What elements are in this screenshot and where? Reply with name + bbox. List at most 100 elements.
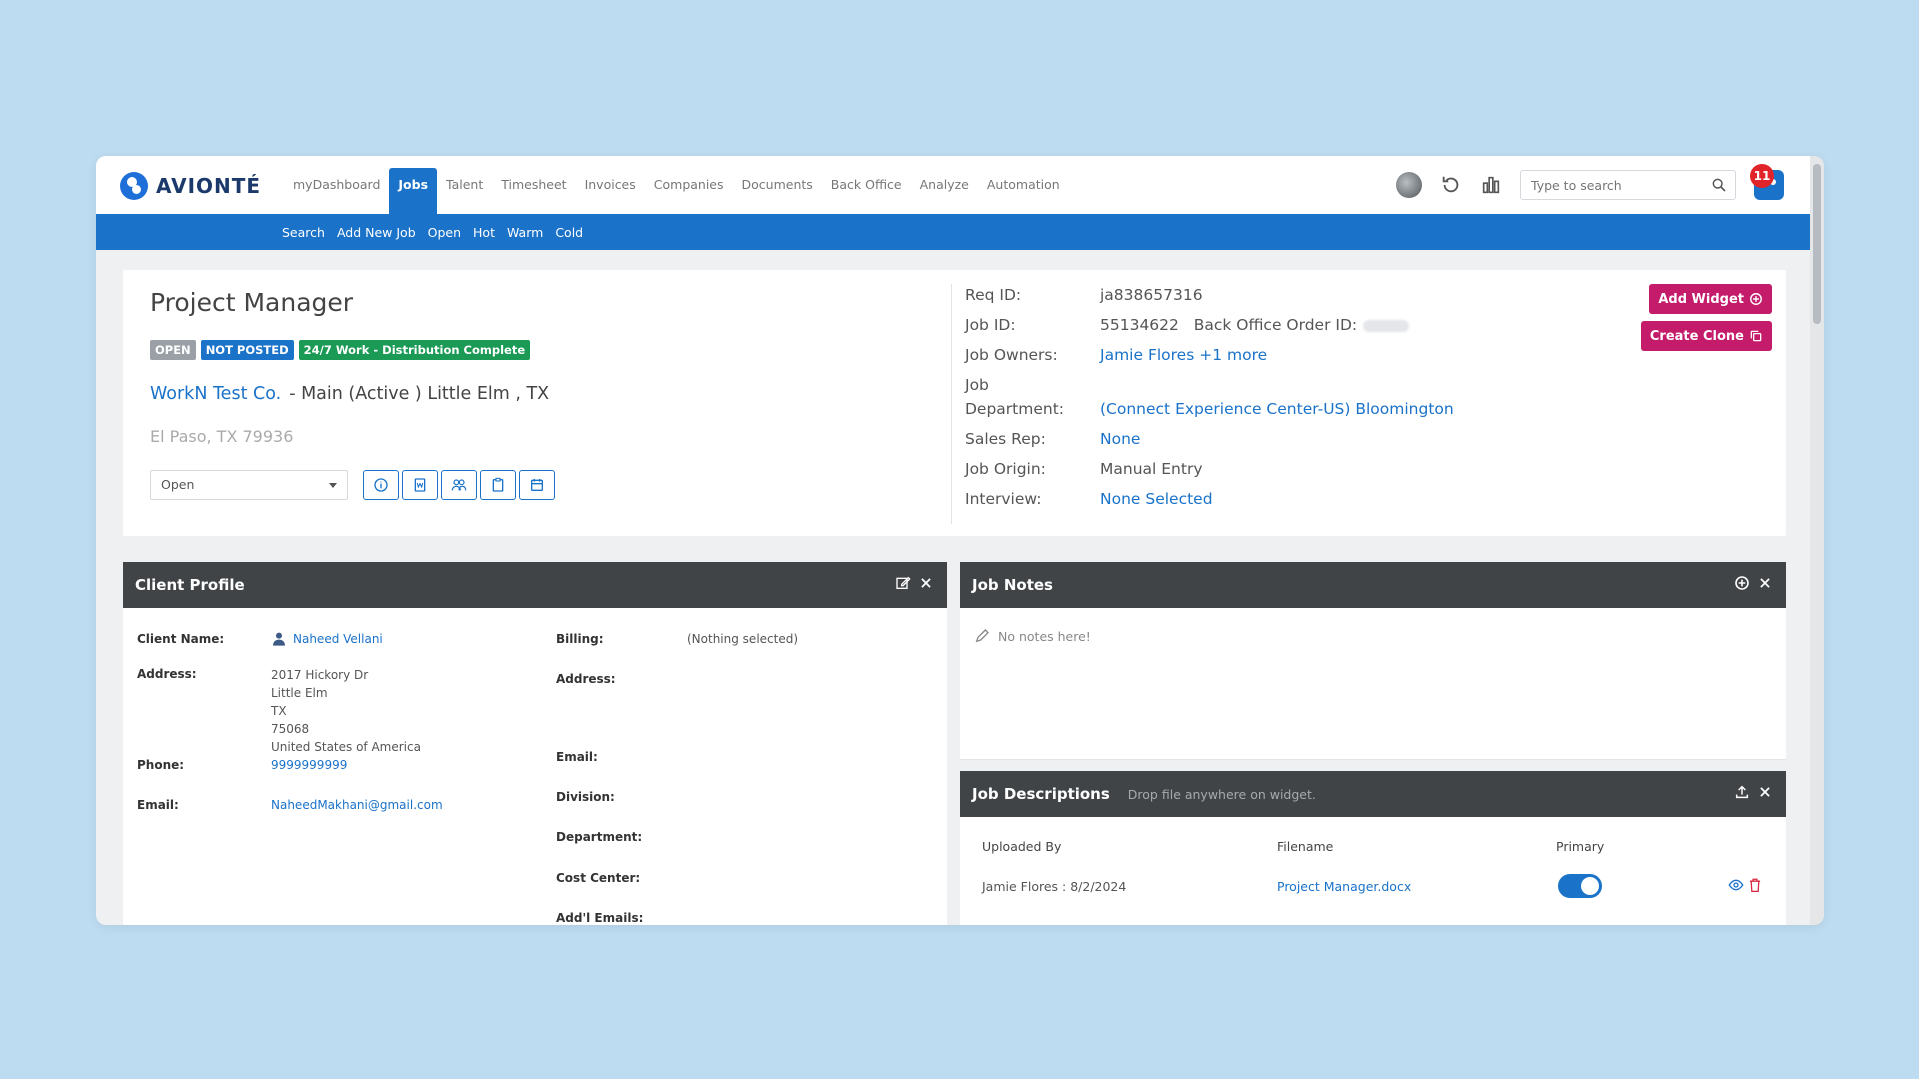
billing-address-row: Address: [556, 672, 616, 686]
page-title: Project Manager [150, 288, 354, 317]
menu-item-back-office[interactable]: Back Office [822, 168, 911, 214]
redacted-value [1363, 319, 1410, 332]
clipboard-button[interactable] [480, 470, 516, 500]
job-status-select[interactable]: Open [150, 470, 348, 500]
panel-title: Job Descriptions [972, 785, 1110, 803]
phone-link[interactable]: 9999999999 [271, 756, 347, 774]
address-line: 2017 Hickory Dr [271, 668, 369, 682]
filename-link[interactable]: Project Manager.docx [1277, 879, 1411, 894]
notification-badge[interactable]: 11 [1750, 164, 1774, 188]
job-header-card: Project Manager OPEN NOT POSTED 24/7 Wor… [123, 270, 1786, 536]
status-badge-open: OPEN [150, 340, 196, 360]
address-value: 2017 Hickory Dr Little Elm TX 75068 Unit… [271, 666, 421, 756]
company-link[interactable]: WorkN Test Co. [150, 384, 281, 404]
job-notes-panel: Job Notes No notes here! [960, 562, 1786, 760]
document-button[interactable] [402, 470, 438, 500]
panel-title: Job Notes [972, 576, 1053, 594]
menu-item-talent[interactable]: Talent [437, 168, 492, 214]
plus-circle-icon [1750, 293, 1762, 305]
global-search [1520, 170, 1736, 200]
menu-item-mydashboard[interactable]: myDashboard [284, 168, 389, 214]
refresh-icon[interactable] [1440, 174, 1462, 196]
subnav-hot[interactable]: Hot [473, 225, 495, 240]
app-window: AVIONTÉ myDashboard Jobs Talent Timeshee… [96, 156, 1824, 925]
pencil-icon [975, 629, 989, 643]
close-icon[interactable] [919, 576, 933, 590]
brand-name: AVIONTÉ [156, 174, 262, 198]
menu-item-invoices[interactable]: Invoices [576, 168, 645, 214]
header-tools [1396, 170, 1784, 200]
avionte-logo-icon [120, 172, 148, 200]
subnav-warm[interactable]: Warm [507, 225, 543, 240]
job-action-icons [363, 470, 555, 500]
search-icon[interactable] [1711, 177, 1727, 197]
job-city: El Paso, TX 79936 [150, 427, 294, 446]
scrollbar-thumb[interactable] [1813, 164, 1821, 324]
menu-item-timesheet[interactable]: Timesheet [492, 168, 575, 214]
menu-item-jobs[interactable]: Jobs [389, 168, 438, 214]
add-note-icon[interactable] [1734, 575, 1750, 591]
email-link[interactable]: NaheedMakhani@gmail.com [271, 796, 443, 814]
field-label: Job [965, 376, 989, 394]
close-icon[interactable] [1758, 576, 1772, 590]
globe-icon[interactable] [1396, 172, 1422, 198]
empty-notes-text: No notes here! [998, 628, 1091, 644]
company-location: - Main (Active ) Little Elm , TX [289, 384, 550, 404]
status-badge-not-posted: NOT POSTED [200, 340, 294, 360]
info-button[interactable] [363, 470, 399, 500]
field-label: Job Origin: [965, 460, 1046, 478]
primary-toggle[interactable] [1558, 874, 1602, 898]
status-badge-distribution: 24/7 Work - Distribution Complete [298, 340, 531, 360]
field-label: Job Owners: [965, 346, 1058, 364]
field-label: Job ID: [965, 316, 1016, 334]
division-label: Division: [556, 790, 615, 804]
word-document-icon [414, 478, 426, 492]
menu-item-documents[interactable]: Documents [733, 168, 822, 214]
people-button[interactable] [441, 470, 477, 500]
trash-icon[interactable] [1748, 877, 1762, 893]
subnav-search[interactable]: Search [282, 225, 325, 240]
subnav-open[interactable]: Open [428, 225, 461, 240]
subnav-add-new-job[interactable]: Add New Job [337, 225, 416, 240]
company-line: WorkN Test Co. - Main (Active ) Little El… [150, 384, 549, 404]
field-label: Sales Rep: [965, 430, 1046, 448]
menu-item-analyze[interactable]: Analyze [911, 168, 978, 214]
add-widget-button[interactable]: Add Widget [1649, 284, 1772, 314]
job-badges: OPEN NOT POSTED 24/7 Work - Distribution… [150, 340, 531, 360]
calendar-button[interactable] [519, 470, 555, 500]
interview-link[interactable]: None Selected [1100, 490, 1213, 508]
panel-header: Job Descriptions Drop file anywhere on w… [960, 771, 1786, 817]
job-department-link[interactable]: (Connect Experience Center-US) Bloomingt… [1100, 400, 1454, 418]
scrollbar[interactable] [1810, 156, 1824, 925]
field-value: Manual Entry [1100, 460, 1203, 478]
client-name-link[interactable]: Naheed Vellani [293, 630, 383, 648]
sales-rep-link[interactable]: None [1100, 430, 1140, 448]
bar-chart-icon[interactable] [1480, 174, 1502, 196]
close-icon[interactable] [1758, 785, 1772, 799]
calendar-icon [531, 479, 543, 491]
email-label: Email: [137, 798, 179, 812]
users-icon [451, 479, 467, 491]
search-input[interactable] [1521, 171, 1701, 199]
brand-logo[interactable]: AVIONTÉ [120, 172, 261, 200]
clipboard-icon [492, 477, 504, 492]
division-row: Division: [556, 790, 615, 804]
address-line: Little Elm [271, 686, 328, 700]
menu-item-automation[interactable]: Automation [978, 168, 1069, 214]
field-label: Req ID: [965, 286, 1022, 304]
menu-item-companies[interactable]: Companies [645, 168, 733, 214]
main-menu: myDashboard Jobs Talent Timesheet Invoic… [284, 168, 1069, 214]
upload-icon[interactable] [1734, 784, 1750, 800]
cost-center-row: Cost Center: [556, 871, 640, 885]
client-profile-panel: Client Profile Client Name: Naheed Vella… [123, 562, 947, 925]
column-header: Primary [1556, 839, 1605, 854]
job-owners-link[interactable]: Jamie Flores +1 more [1100, 346, 1267, 364]
chevron-down-icon [329, 483, 337, 488]
subnav-cold[interactable]: Cold [555, 225, 583, 240]
edit-icon[interactable] [895, 575, 911, 591]
billing-label: Billing: [556, 632, 604, 646]
create-clone-button[interactable]: Create Clone [1640, 321, 1772, 351]
billing-email-row: Email: [556, 750, 598, 764]
user-icon [273, 632, 285, 646]
eye-icon[interactable] [1728, 877, 1744, 893]
